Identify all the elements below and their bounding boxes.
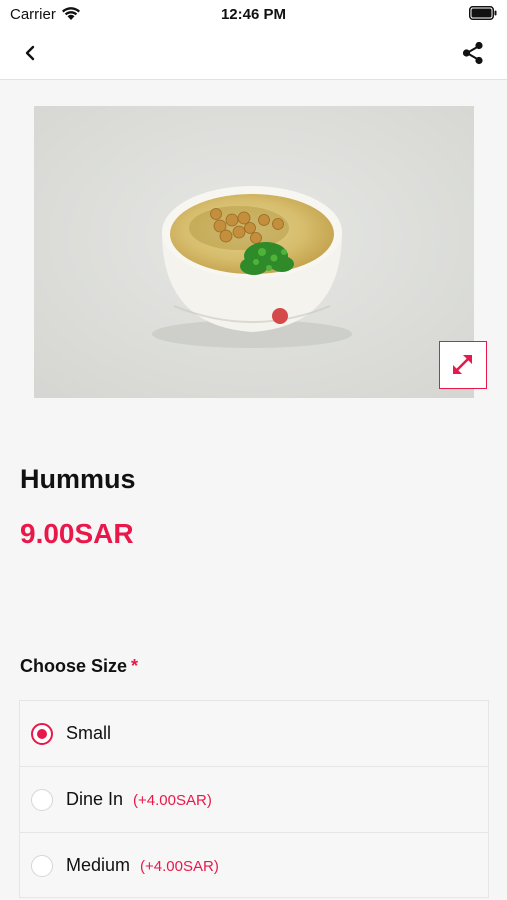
radio-button-selected[interactable] — [31, 723, 53, 745]
size-options-list: Small Dine In (+4.00SAR) Medium (+4.00SAR) — [19, 700, 489, 898]
option-label: Small — [66, 723, 112, 743]
hummus-bowl-image — [34, 106, 474, 398]
radio-button[interactable] — [31, 855, 53, 877]
status-bar: Carrier 12:46 PM — [0, 0, 507, 28]
expand-image-button[interactable] — [439, 341, 487, 389]
required-mark: * — [131, 656, 139, 676]
share-button[interactable] — [459, 39, 487, 67]
size-option-medium[interactable]: Medium (+4.00SAR) — [19, 832, 489, 898]
option-label-wrap: Medium (+4.00SAR) — [66, 855, 219, 876]
expand-icon — [453, 355, 472, 374]
navigation-bar — [0, 28, 507, 80]
back-button[interactable] — [18, 40, 44, 66]
size-option-dine-in[interactable]: Dine In (+4.00SAR) — [19, 766, 489, 832]
option-extra-price: (+4.00SAR) — [133, 792, 212, 809]
option-label-wrap: Dine In (+4.00SAR) — [66, 789, 212, 810]
product-price: 9.00SAR — [20, 518, 134, 549]
option-extra-price: (+4.00SAR) — [140, 858, 219, 875]
chevron-left-icon — [25, 45, 35, 61]
product-image[interactable] — [34, 106, 474, 398]
option-label: Dine In — [66, 789, 124, 809]
size-option-small[interactable]: Small — [19, 700, 489, 766]
battery-icon — [469, 6, 497, 25]
product-name: Hummus — [20, 464, 136, 494]
status-time: 12:46 PM — [220, 6, 287, 23]
share-icon — [462, 41, 483, 65]
option-label-wrap: Small — [66, 723, 111, 744]
option-label: Medium — [66, 855, 131, 875]
choose-size-label: Choose Size — [20, 656, 128, 676]
choose-size-title: Choose Size * — [20, 656, 138, 677]
radio-button[interactable] — [31, 789, 53, 811]
